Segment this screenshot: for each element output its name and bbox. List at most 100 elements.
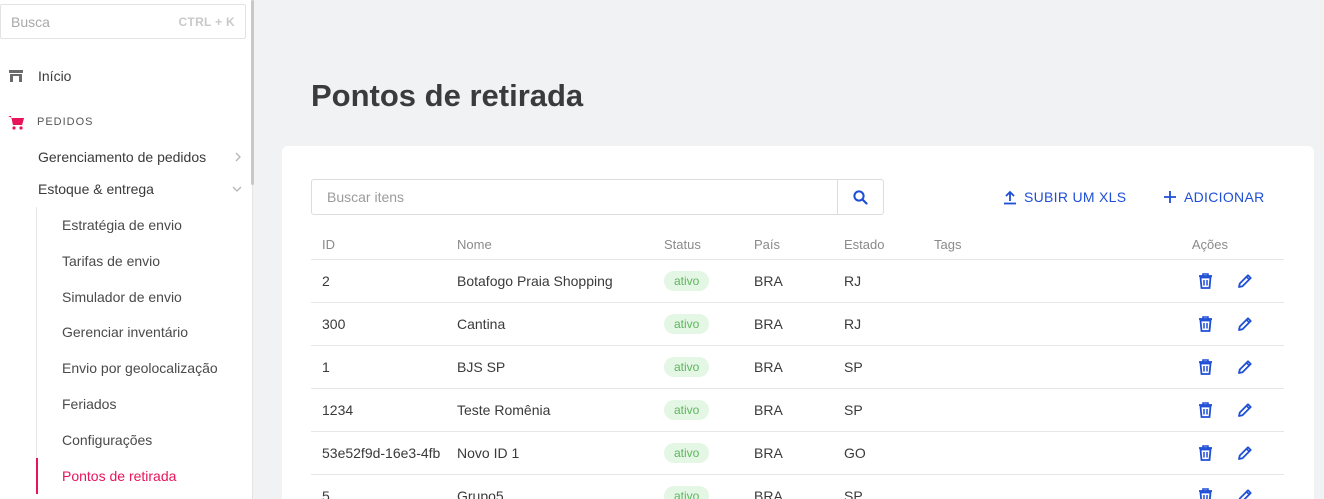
chevron-right-icon (235, 152, 241, 162)
sidebar-search-placeholder: Busca (11, 13, 50, 30)
status-badge: ativo (664, 271, 710, 291)
cell-nome: Novo ID 1 (457, 445, 520, 461)
edit-icon[interactable] (1236, 272, 1254, 290)
cell-acoes (1164, 358, 1284, 376)
sidebar-item-envio-geolocalizacao[interactable]: Envio por geolocalização (36, 350, 250, 386)
delete-icon[interactable] (1196, 272, 1214, 290)
sidebar-item-feriados[interactable]: Feriados (36, 386, 250, 422)
cell-id: 1234 (322, 402, 354, 418)
table-row[interactable]: 300 Cantina ativo BRA RJ (311, 303, 1284, 346)
sidebar-item-label: Simulador de envio (62, 289, 182, 305)
sidebar-section-pedidos: PEDIDOS (0, 108, 253, 136)
sidebar-item-inicio[interactable]: Início (0, 60, 253, 92)
plus-icon (1164, 191, 1176, 203)
cell-status: ativo (664, 400, 754, 420)
cell-acoes (1164, 444, 1284, 462)
search-shortcut-hint: CTRL + K (178, 14, 235, 29)
sidebar: Busca CTRL + K Início PEDIDOS Gerenciame… (0, 0, 254, 499)
upload-xls-label: SUBIR UM XLS (1024, 189, 1127, 205)
cell-nome: Grupo5 (457, 488, 504, 499)
search-icon (853, 189, 868, 205)
cell-acoes (1164, 487, 1284, 499)
delete-icon[interactable] (1196, 358, 1214, 376)
chevron-down-icon (232, 186, 242, 192)
table-row[interactable]: 5 Grupo5 ativo BRA SP (311, 475, 1284, 499)
sidebar-item-gerenciamento-pedidos[interactable]: Gerenciamento de pedidos (38, 141, 248, 173)
sidebar-item-label: Estoque & entrega (38, 181, 154, 197)
sidebar-item-gerenciar-inventario[interactable]: Gerenciar inventário (36, 314, 250, 350)
cell-status: ativo (664, 271, 754, 291)
sidebar-item-simulador-envio[interactable]: Simulador de envio (36, 279, 250, 315)
cell-status: ativo (664, 486, 754, 499)
sidebar-item-label: Envio por geolocalização (62, 360, 218, 376)
sidebar-item-pontos-retirada[interactable]: Pontos de retirada (36, 458, 250, 494)
sidebar-scrollbar[interactable] (251, 0, 254, 185)
status-badge: ativo (664, 357, 710, 377)
delete-icon[interactable] (1196, 487, 1214, 499)
column-header-status: Status (664, 236, 701, 252)
cell-acoes (1164, 315, 1284, 333)
column-header-id: ID (322, 236, 335, 252)
cell-nome: BJS SP (457, 359, 506, 375)
sidebar-item-label: Gerenciamento de pedidos (38, 149, 207, 165)
edit-icon[interactable] (1236, 358, 1254, 376)
cell-id: 5 (322, 488, 330, 499)
add-button[interactable]: ADICIONAR (1163, 186, 1265, 208)
table-body: 2 Botafogo Praia Shopping ativo BRA RJ 300 Can… (311, 260, 1284, 499)
status-badge: ativo (664, 314, 710, 334)
pickup-points-table: ID Nome Status País Estado Tags Ações 2 B… (311, 229, 1284, 499)
table-row[interactable]: 1 BJS SP ativo BRA SP (311, 346, 1284, 389)
sidebar-item-configuracoes[interactable]: Configurações (36, 422, 250, 458)
delete-icon[interactable] (1196, 315, 1214, 333)
sidebar-item-tarifas-envio[interactable]: Tarifas de envio (36, 243, 250, 279)
cell-status: ativo (664, 357, 754, 377)
status-badge: ativo (664, 486, 710, 499)
cell-pais: BRA (754, 359, 783, 375)
sidebar-item-label: Estratégia de envio (62, 217, 182, 233)
table-row[interactable]: 2 Botafogo Praia Shopping ativo BRA RJ (311, 260, 1284, 303)
cell-estado: SP (844, 402, 863, 418)
table-header: ID Nome Status País Estado Tags Ações (311, 229, 1284, 260)
cell-estado: SP (844, 488, 863, 499)
cell-pais: BRA (754, 488, 783, 499)
status-badge: ativo (664, 443, 710, 463)
cell-acoes (1164, 401, 1284, 419)
search-button[interactable] (837, 180, 883, 214)
cell-nome: Cantina (457, 316, 506, 332)
upload-xls-button[interactable]: SUBIR UM XLS (1003, 186, 1126, 208)
delete-icon[interactable] (1196, 444, 1214, 462)
delete-icon[interactable] (1196, 401, 1214, 419)
sidebar-item-label: Configurações (62, 432, 153, 448)
cell-pais: BRA (754, 273, 783, 289)
section-label: PEDIDOS (37, 116, 94, 128)
cell-status: ativo (664, 443, 754, 463)
column-header-tags: Tags (934, 236, 962, 252)
edit-icon[interactable] (1236, 444, 1254, 462)
cell-pais: BRA (754, 445, 783, 461)
column-header-nome: Nome (457, 236, 492, 252)
table-row[interactable]: 1234 Teste Romênia ativo BRA SP (311, 389, 1284, 432)
sidebar-item-estoque-entrega[interactable]: Estoque & entrega (38, 173, 248, 205)
cell-estado: RJ (844, 273, 862, 289)
cell-estado: GO (844, 445, 866, 461)
sidebar-item-estrategia-envio[interactable]: Estratégia de envio (36, 207, 250, 243)
sidebar-item-label: Início (38, 68, 72, 84)
sidebar-search-input[interactable]: Busca CTRL + K (0, 4, 246, 39)
cell-estado: RJ (844, 316, 862, 332)
sidebar-item-label: Pontos de retirada (62, 468, 177, 484)
cell-acoes (1164, 272, 1284, 290)
cart-icon (8, 115, 24, 130)
items-search-input[interactable] (312, 180, 837, 214)
upload-icon (1004, 190, 1016, 204)
cell-status: ativo (664, 314, 754, 334)
table-row[interactable]: 53e52f9d-16e3-4fb Novo ID 1 ativo BRA GO (311, 432, 1284, 475)
cell-nome: Teste Romênia (457, 402, 551, 418)
column-header-estado: Estado (844, 236, 885, 252)
edit-icon[interactable] (1236, 401, 1254, 419)
edit-icon[interactable] (1236, 315, 1254, 333)
cell-nome: Botafogo Praia Shopping (457, 273, 613, 289)
column-header-acoes: Ações (1191, 236, 1228, 252)
cell-estado: SP (844, 359, 863, 375)
add-label: ADICIONAR (1184, 189, 1265, 205)
edit-icon[interactable] (1236, 487, 1254, 499)
